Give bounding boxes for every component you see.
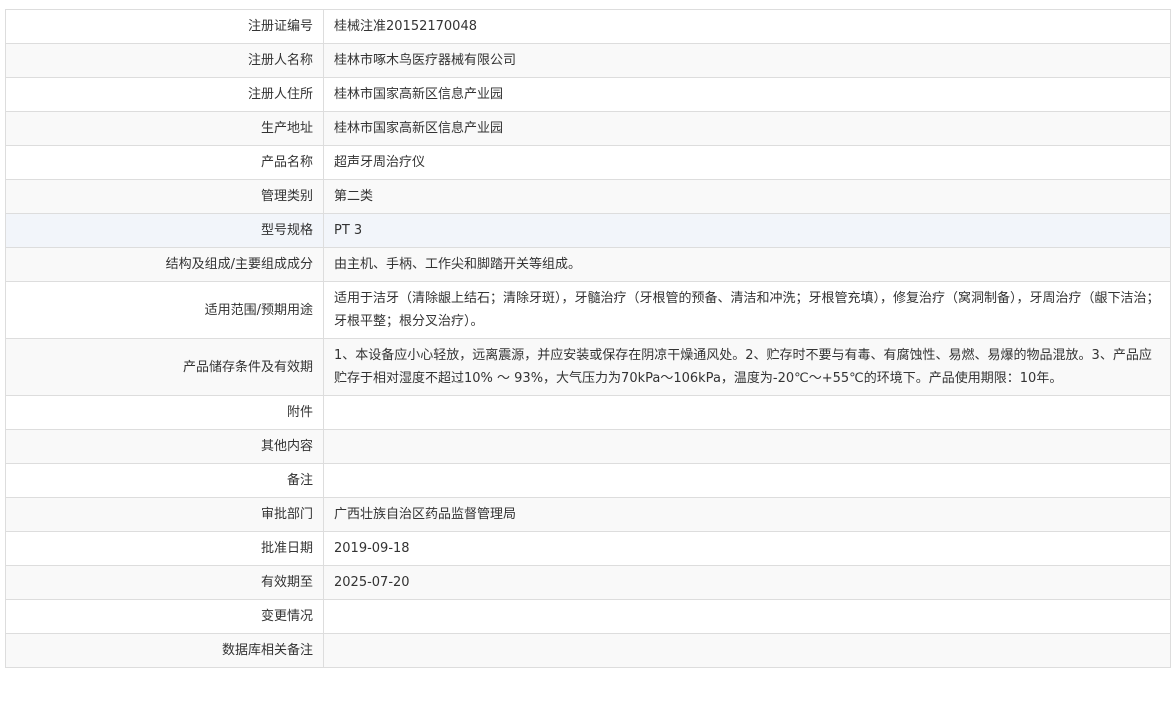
registration-detail-table: 注册证编号 桂械注准20152170048 注册人名称 桂林市啄木鸟医疗器械有限… bbox=[5, 9, 1171, 668]
row-label: 型号规格 bbox=[5, 213, 324, 248]
row-product-name: 产品名称 超声牙周治疗仪 bbox=[5, 145, 1171, 180]
row-value: 由主机、手柄、工作尖和脚踏开关等组成。 bbox=[323, 247, 1171, 282]
row-registration-number: 注册证编号 桂械注准20152170048 bbox=[5, 9, 1171, 44]
row-valid-until: 有效期至 2025-07-20 bbox=[5, 565, 1171, 600]
row-label: 结构及组成/主要组成成分 bbox=[5, 247, 324, 282]
row-label: 有效期至 bbox=[5, 565, 324, 600]
row-value: PT 3 bbox=[323, 213, 1171, 248]
row-label: 变更情况 bbox=[5, 599, 324, 634]
row-attachments: 附件 bbox=[5, 395, 1171, 430]
row-value: 桂林市国家高新区信息产业园 bbox=[323, 111, 1171, 146]
row-value: 第二类 bbox=[323, 179, 1171, 214]
row-remarks: 备注 bbox=[5, 463, 1171, 498]
row-model-spec: 型号规格 PT 3 bbox=[5, 213, 1171, 248]
row-label: 备注 bbox=[5, 463, 324, 498]
row-intended-use: 适用范围/预期用途 适用于洁牙（清除龈上结石；清除牙斑），牙髓治疗（牙根管的预备… bbox=[5, 281, 1171, 339]
row-value bbox=[323, 395, 1171, 430]
row-management-category: 管理类别 第二类 bbox=[5, 179, 1171, 214]
row-change-history: 变更情况 bbox=[5, 599, 1171, 634]
row-value bbox=[323, 599, 1171, 634]
row-value: 桂林市国家高新区信息产业园 bbox=[323, 77, 1171, 112]
row-label: 注册人住所 bbox=[5, 77, 324, 112]
row-label: 审批部门 bbox=[5, 497, 324, 532]
row-label: 数据库相关备注 bbox=[5, 633, 324, 668]
detail-table-container: 注册证编号 桂械注准20152170048 注册人名称 桂林市啄木鸟医疗器械有限… bbox=[5, 9, 1171, 668]
row-label: 生产地址 bbox=[5, 111, 324, 146]
row-storage-validity: 产品储存条件及有效期 1、本设备应小心轻放，远离震源，并应安装或保存在阴凉干燥通… bbox=[5, 338, 1171, 396]
row-label: 产品名称 bbox=[5, 145, 324, 180]
row-label: 管理类别 bbox=[5, 179, 324, 214]
row-other-content: 其他内容 bbox=[5, 429, 1171, 464]
row-label: 产品储存条件及有效期 bbox=[5, 338, 324, 396]
row-registrant-name: 注册人名称 桂林市啄木鸟医疗器械有限公司 bbox=[5, 43, 1171, 78]
row-label: 注册证编号 bbox=[5, 9, 324, 44]
row-structure-composition: 结构及组成/主要组成成分 由主机、手柄、工作尖和脚踏开关等组成。 bbox=[5, 247, 1171, 282]
row-value: 1、本设备应小心轻放，远离震源，并应安装或保存在阴凉干燥通风处。2、贮存时不要与… bbox=[323, 338, 1171, 396]
row-label: 其他内容 bbox=[5, 429, 324, 464]
row-value: 桂械注准20152170048 bbox=[323, 9, 1171, 44]
row-production-address: 生产地址 桂林市国家高新区信息产业园 bbox=[5, 111, 1171, 146]
row-value bbox=[323, 429, 1171, 464]
row-value bbox=[323, 463, 1171, 498]
row-registrant-address: 注册人住所 桂林市国家高新区信息产业园 bbox=[5, 77, 1171, 112]
row-value: 适用于洁牙（清除龈上结石；清除牙斑），牙髓治疗（牙根管的预备、清洁和冲洗；牙根管… bbox=[323, 281, 1171, 339]
row-approval-date: 批准日期 2019-09-18 bbox=[5, 531, 1171, 566]
row-value: 超声牙周治疗仪 bbox=[323, 145, 1171, 180]
row-label: 适用范围/预期用途 bbox=[5, 281, 324, 339]
row-value bbox=[323, 633, 1171, 668]
row-value: 2025-07-20 bbox=[323, 565, 1171, 600]
row-value: 广西壮族自治区药品监督管理局 bbox=[323, 497, 1171, 532]
row-value: 2019-09-18 bbox=[323, 531, 1171, 566]
row-value: 桂林市啄木鸟医疗器械有限公司 bbox=[323, 43, 1171, 78]
row-database-notes: 数据库相关备注 bbox=[5, 633, 1171, 668]
row-label: 附件 bbox=[5, 395, 324, 430]
row-label: 注册人名称 bbox=[5, 43, 324, 78]
row-label: 批准日期 bbox=[5, 531, 324, 566]
row-approval-department: 审批部门 广西壮族自治区药品监督管理局 bbox=[5, 497, 1171, 532]
